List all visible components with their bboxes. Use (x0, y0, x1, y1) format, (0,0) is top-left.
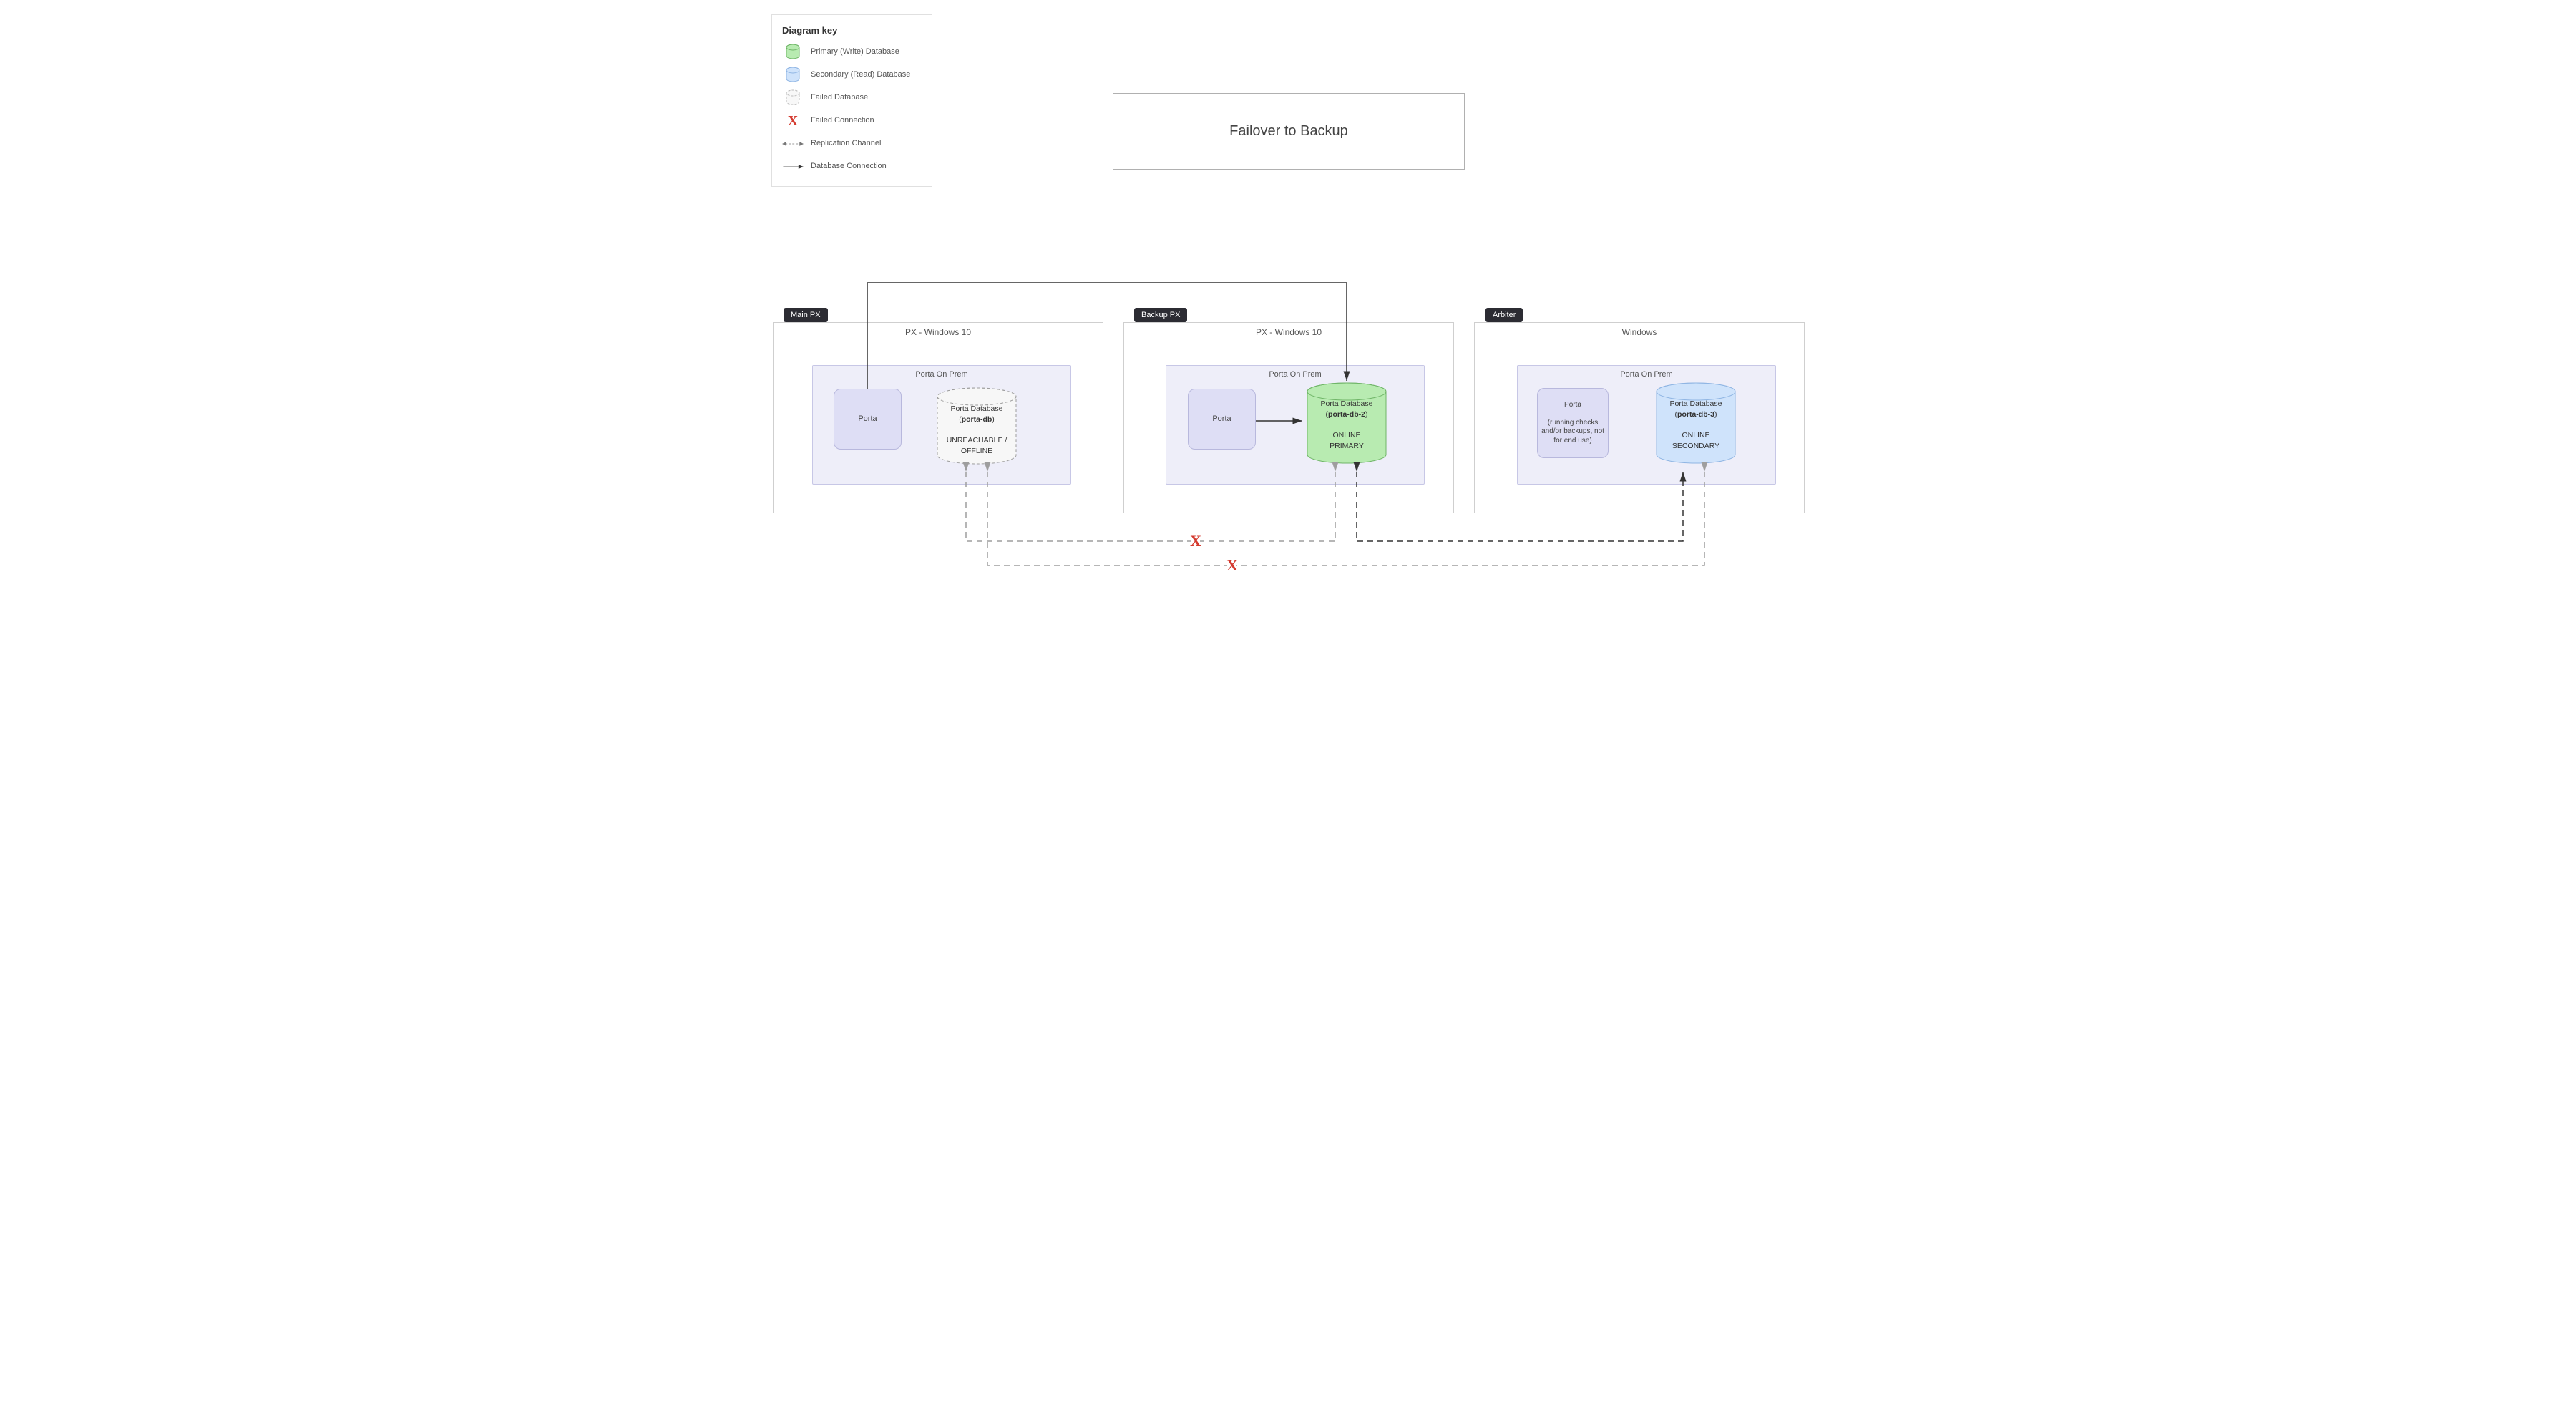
legend-title: Diagram key (782, 25, 922, 36)
arbiter-inner-caption: Porta On Prem (1518, 370, 1775, 379)
cylinder-primary-icon (782, 43, 804, 62)
backup-db-cylinder: Porta Database (porta-db-2) ONLINE PRIMA… (1304, 382, 1390, 467)
backup-inner-caption: Porta On Prem (1166, 370, 1424, 379)
double-arrow-dashed-icon (782, 135, 804, 153)
diagram-title: Failover to Backup (1229, 123, 1348, 140)
legend-row-replication: Replication Channel (782, 135, 922, 153)
legend-label: Failed Database (811, 93, 922, 103)
backup-porta-node: Porta (1188, 389, 1256, 450)
main-outer-caption: PX - Windows 10 (774, 327, 1103, 337)
tag-arbiter: Arbiter (1485, 308, 1523, 322)
porta-label: Porta (858, 414, 877, 424)
main-porta-node: Porta (834, 389, 902, 450)
failed-x-icon: X (1190, 532, 1201, 550)
arbiter-db-cylinder: Porta Database (porta-db-3) ONLINE SECON… (1653, 382, 1739, 467)
main-inner-caption: Porta On Prem (813, 370, 1070, 379)
failed-x-icon: X (1226, 556, 1238, 575)
arbiter-porta-node: Porta (running checks and/or backups, no… (1537, 388, 1609, 458)
tag-main-px: Main PX (784, 308, 828, 322)
legend-row-primary: Primary (Write) Database (782, 43, 922, 62)
main-db-cylinder: Porta Database (porta-db) UNREACHABLE / … (934, 387, 1020, 469)
legend-label: Database Connection (811, 162, 922, 172)
diagram-canvas: Diagram key Primary (Write) Database Sec… (758, 0, 1818, 587)
legend-label: Failed Connection (811, 116, 922, 126)
legend-row-db-conn: Database Connection (782, 157, 922, 176)
legend-label: Secondary (Read) Database (811, 70, 922, 80)
cylinder-failed-icon (782, 89, 804, 107)
porta-label: Porta (1212, 414, 1231, 424)
legend-label: Primary (Write) Database (811, 47, 922, 57)
diagram-title-box: Failover to Backup (1113, 93, 1465, 170)
porta-label: Porta (running checks and/or backups, no… (1541, 401, 1605, 446)
legend-panel: Diagram key Primary (Write) Database Sec… (771, 14, 932, 187)
tag-backup-px: Backup PX (1134, 308, 1187, 322)
main-db-text: Porta Database (porta-db) UNREACHABLE / … (934, 404, 1020, 456)
arrow-solid-icon (782, 157, 804, 176)
backup-outer-caption: PX - Windows 10 (1124, 327, 1453, 337)
arbiter-outer-caption: Windows (1475, 327, 1804, 337)
legend-row-secondary: Secondary (Read) Database (782, 66, 922, 84)
arbiter-db-text: Porta Database (porta-db-3) ONLINE SECON… (1653, 399, 1739, 451)
x-red-icon: X (782, 112, 804, 130)
legend-label: Replication Channel (811, 139, 922, 149)
cylinder-secondary-icon (782, 66, 804, 84)
legend-row-failed-conn: X Failed Connection (782, 112, 922, 130)
backup-db-text: Porta Database (porta-db-2) ONLINE PRIMA… (1304, 399, 1390, 451)
legend-row-failed-db: Failed Database (782, 89, 922, 107)
